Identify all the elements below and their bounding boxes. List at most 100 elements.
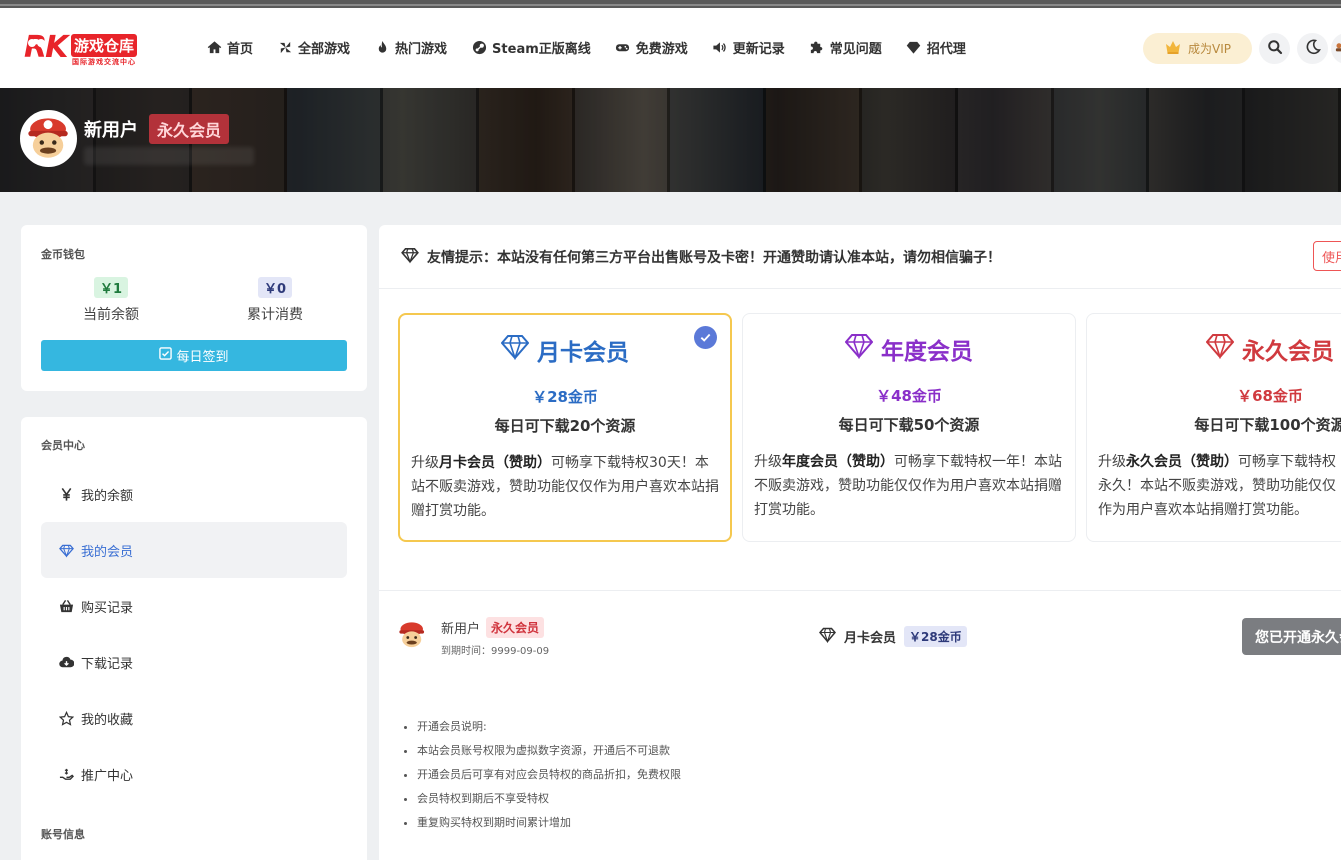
spent-label: 累计消费 (247, 307, 303, 323)
spent-value: ￥0 (257, 277, 293, 298)
basket-icon (57, 597, 75, 615)
menu-item-label: 下载记录 (81, 656, 134, 672)
fire-icon (374, 40, 390, 56)
nav-item-home[interactable]: 首页 (206, 38, 253, 57)
search-icon (1267, 39, 1283, 59)
wallet-title: 金币钱包 (41, 248, 85, 261)
home-icon (206, 40, 222, 56)
notice-bar: 友情提示：本站没有任何第三方平台出售账号及卡密！开通赞助请认准本站，请勿相信骗子… (379, 225, 1341, 289)
moon-icon (1305, 39, 1321, 59)
pinwheel-icon (277, 40, 293, 56)
status-badge: 永久会员 (486, 617, 545, 638)
menu-item-downloads[interactable]: 下载记录 (41, 634, 347, 690)
already-subscribed-button[interactable]: 您已开通永久会员 (1242, 618, 1341, 655)
nav-label: Steam正版离线 (492, 42, 591, 57)
diamond-icon (819, 627, 836, 647)
menu-item-label: 推广中心 (81, 768, 134, 784)
plan-daily-limit: 每日可下载50个资源 (838, 416, 980, 434)
menu-item-purchases[interactable]: 购买记录 (41, 578, 347, 634)
menu-item-membership[interactable]: 我的会员 (41, 522, 347, 578)
notice-text: 友情提示：本站没有任何第三方平台出售账号及卡密！开通赞助请认准本站，请勿相信骗子… (427, 249, 1001, 266)
speaker-icon (712, 40, 728, 56)
cloud-download-icon (57, 653, 75, 671)
balance-label: 当前余额 (83, 307, 139, 323)
site-logo[interactable]: RK 游戏仓库 国际游戏交流中心 (24, 30, 149, 70)
divider (379, 590, 1341, 591)
nav-label: 首页 (227, 42, 254, 57)
plan-card-monthly[interactable]: 月卡会员 ￥28金币 每日可下载20个资源 升级月卡会员（赞助）可畅享下载特权3… (398, 313, 732, 542)
logo-eyes (28, 39, 36, 47)
nav-item-hot-games[interactable]: 热门游戏 (374, 38, 447, 57)
site-header: RK 游戏仓库 国际游戏交流中心 首页 全部游戏 热门游戏 Steam正版离线 … (0, 8, 1341, 88)
list-item: 本站会员账号权限为虚拟数字资源，开通后不可退款 (417, 739, 681, 763)
menu-item-label: 我的余额 (81, 488, 134, 504)
wallet-card: 金币钱包 ￥1 当前余额 ￥0 累计消费 每日签到 (21, 225, 367, 391)
plan-price: ￥68金币 (1237, 387, 1303, 405)
plan-description: 升级月卡会员（赞助）可畅享下载特权30天！本站不贩卖游戏，赞助功能仅仅作为用户喜… (411, 455, 719, 519)
list-item: 重复购买特权到期时间累计增加 (417, 811, 681, 835)
plan-card-lifetime[interactable]: 永久会员 ￥68金币 每日可下载100个资源 升级永久会员（赞助）可畅享下载特权… (1086, 313, 1341, 542)
plan-card-yearly[interactable]: 年度会员 ￥48金币 每日可下载50个资源 升级年度会员（赞助）可畅享下载特权一… (742, 313, 1076, 542)
profile-username: 新用户 (84, 120, 138, 141)
selected-check-icon (694, 326, 717, 349)
diamond-icon (500, 334, 530, 366)
browser-top-strip (0, 0, 1341, 8)
nav-item-faq[interactable]: 常见问题 (809, 38, 882, 57)
summary-plan-price: ￥28金币 (904, 626, 967, 647)
nav-label: 全部游戏 (298, 42, 351, 57)
list-item: 开通会员说明: (417, 715, 681, 739)
star-icon (57, 709, 75, 727)
nav-item-steam-offline[interactable]: Steam正版离线 (471, 38, 591, 57)
become-vip-button[interactable]: 成为VIP (1143, 33, 1252, 64)
gamepad-icon (615, 40, 631, 56)
menu-item-balance[interactable]: 我的余额 (41, 466, 347, 522)
avatar (396, 619, 428, 651)
nav-label: 免费游戏 (635, 42, 688, 57)
steam-icon (471, 40, 487, 56)
nav-item-agents[interactable]: 招代理 (906, 38, 966, 57)
summary-username: 新用户 (441, 622, 481, 637)
puzzle-icon (809, 40, 825, 56)
theme-toggle-button[interactable] (1297, 33, 1328, 64)
plan-daily-limit: 每日可下载100个资源 (1194, 416, 1341, 434)
member-center-menu: 会员中心 我的余额 我的会员 购买记录 下载记录 我的收藏 推广中心 账号信息 (21, 417, 367, 860)
vip-label: 成为VIP (1188, 42, 1231, 56)
menu-item-label: 我的会员 (81, 544, 134, 560)
main-nav: 首页 全部游戏 热门游戏 Steam正版离线 免费游戏 更新记录 常见问题 招代… (206, 38, 990, 57)
plan-title: 月卡会员 (400, 333, 730, 367)
summary-selected-plan: 月卡会员 ￥28金币 (819, 626, 967, 647)
list-item: 会员特权到期后不享受特权 (417, 787, 681, 811)
avatar[interactable] (20, 110, 77, 167)
notice-use-button[interactable]: 使用 (1313, 241, 1341, 271)
checkin-label: 每日签到 (176, 350, 229, 365)
profile-blurred-info (84, 147, 254, 165)
summary-user: 新用户 永久会员 (441, 617, 545, 638)
nav-label: 热门游戏 (395, 42, 448, 57)
diamond-icon (401, 246, 427, 268)
profile-vip-badge: 永久会员 (149, 114, 230, 144)
logo-mark: RK (24, 30, 68, 65)
plan-daily-limit: 每日可下载20个资源 (494, 417, 636, 435)
menu-item-affiliate[interactable]: 推广中心 (41, 746, 347, 802)
spent-stat: ￥0 累计消费 (215, 277, 335, 324)
user-menu-button[interactable] (1331, 33, 1341, 64)
nav-item-changelog[interactable]: 更新记录 (712, 38, 785, 57)
diamond-icon (906, 40, 922, 56)
nav-item-free-games[interactable]: 免费游戏 (615, 38, 688, 57)
nav-item-all-games[interactable]: 全部游戏 (277, 38, 350, 57)
menu-item-label: 我的收藏 (81, 712, 134, 728)
plan-name: 永久会员 (1242, 339, 1334, 365)
menu-item-favorites[interactable]: 我的收藏 (41, 690, 347, 746)
logo-name: 游戏仓库 (71, 34, 138, 57)
nav-label: 常见问题 (829, 42, 882, 57)
nav-label: 招代理 (926, 42, 966, 57)
summary-plan-name: 月卡会员 (844, 631, 897, 646)
membership-notes: 开通会员说明: 本站会员账号权限为虚拟数字资源，开通后不可退款 开通会员后可享有… (417, 715, 681, 835)
plan-name: 月卡会员 (537, 340, 629, 366)
plan-description: 升级永久会员（赞助）可畅享下载特权永久！本站不贩卖游戏，赞助功能仅仅作为用户喜欢… (1098, 454, 1336, 518)
hand-coin-icon (57, 765, 75, 783)
search-button[interactable] (1259, 33, 1290, 64)
daily-checkin-button[interactable]: 每日签到 (41, 340, 347, 371)
plan-description: 升级年度会员（赞助）可畅享下载特权一年！本站不贩卖游戏，赞助功能仅仅作为用户喜欢… (754, 454, 1062, 518)
crown-icon (1164, 39, 1182, 58)
